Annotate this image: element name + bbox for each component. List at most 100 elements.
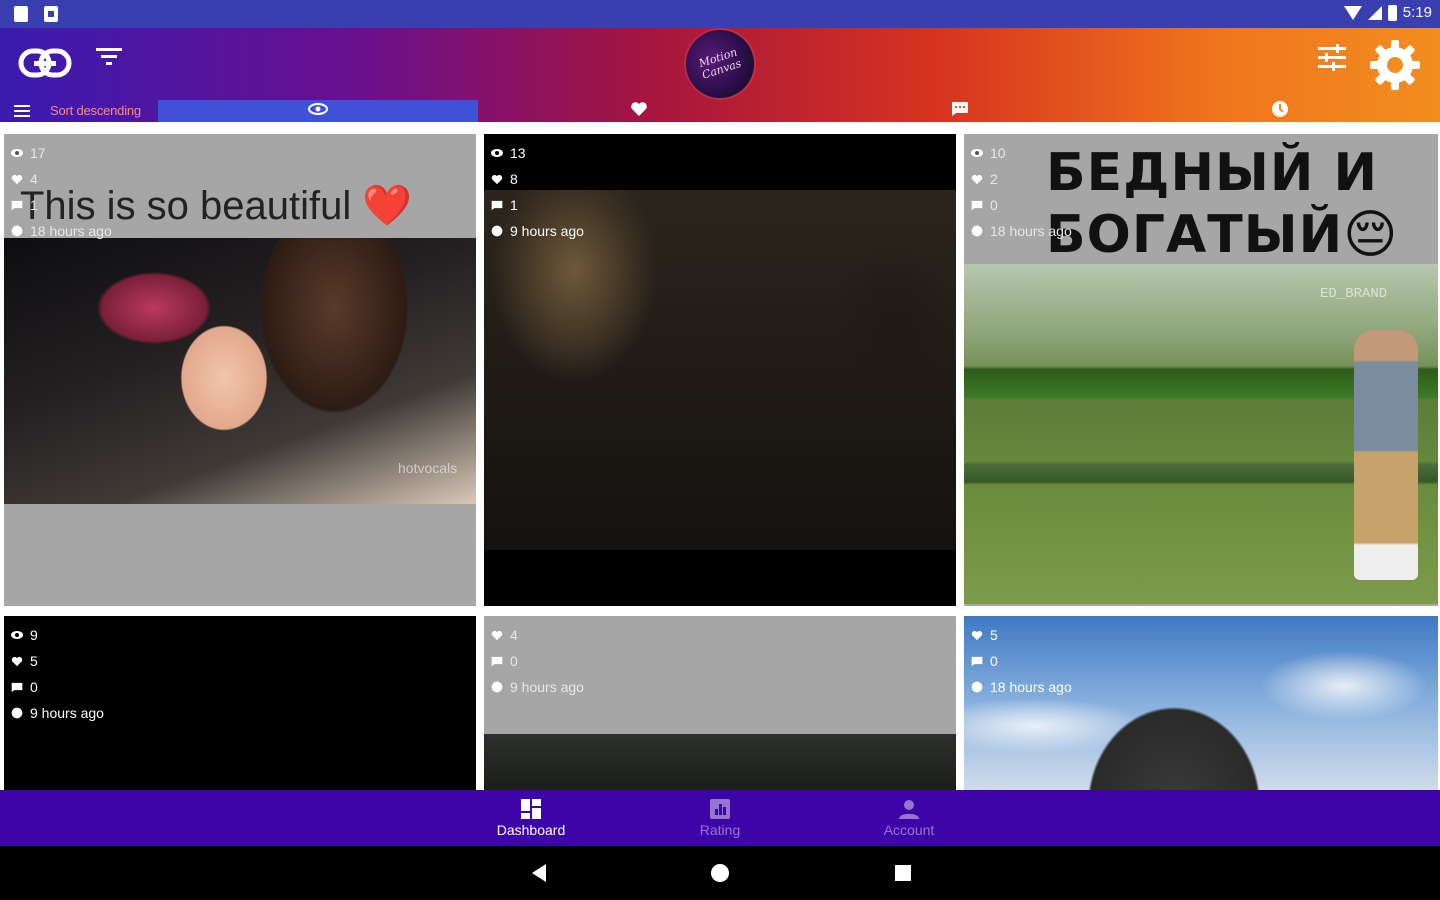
eye-icon xyxy=(10,147,24,159)
eye-icon xyxy=(490,147,504,159)
heart-icon xyxy=(10,173,24,185)
tune-icon[interactable] xyxy=(1312,40,1352,76)
views-stat: 10 xyxy=(970,140,1072,166)
caption-line: БОГАТЫЙ😔 xyxy=(1046,205,1399,265)
comment-icon xyxy=(490,199,504,211)
heart-icon xyxy=(970,173,984,185)
card-stats: 4 0 9 hours ago xyxy=(490,622,584,700)
card-stats: 9 5 0 9 hours ago xyxy=(10,622,104,726)
video-card[interactable]: 9 5 0 9 hours ago xyxy=(4,616,476,790)
notification-icon xyxy=(14,6,28,22)
clock-icon xyxy=(1271,100,1289,123)
video-thumbnail xyxy=(484,190,956,550)
clock-icon xyxy=(490,681,504,693)
comment-icon xyxy=(10,681,24,693)
heart-icon xyxy=(630,101,648,122)
nav-dashboard[interactable]: Dashboard xyxy=(476,796,586,842)
tab-time[interactable] xyxy=(1120,100,1440,122)
comments-stat: 0 xyxy=(490,648,584,674)
comment-icon xyxy=(970,199,984,211)
video-caption: БЕДНЫЙ И БОГАТЫЙ😔 xyxy=(1046,142,1398,266)
sort-tab-bar: Sort descending xyxy=(0,100,1440,122)
heart-icon xyxy=(490,173,504,185)
comments-stat: 0 xyxy=(970,648,1072,674)
sort-list-icon[interactable] xyxy=(14,105,30,117)
eye-icon xyxy=(970,147,984,159)
app-logo: Motion Canvas xyxy=(677,21,763,107)
likes-stat: 5 xyxy=(970,622,1072,648)
nav-rating[interactable]: Rating xyxy=(665,796,775,842)
clock-icon xyxy=(970,681,984,693)
rating-icon xyxy=(665,796,775,822)
card-stats: 13 8 1 9 hours ago xyxy=(490,140,584,244)
likes-stat: 4 xyxy=(490,622,584,648)
battery-icon xyxy=(1387,4,1397,21)
likes-stat: 2 xyxy=(970,166,1072,192)
heart-icon xyxy=(970,629,984,641)
comment-icon xyxy=(951,101,969,122)
clock-icon xyxy=(490,225,504,237)
eye-icon xyxy=(10,629,24,641)
time-stat: 18 hours ago xyxy=(970,674,1072,700)
sort-label[interactable]: Sort descending xyxy=(50,103,141,118)
status-bar: 5:19 xyxy=(0,0,1440,28)
comment-icon xyxy=(10,199,24,211)
video-card[interactable]: ED_BRAND 10 2 0 18 hours ago БЕДНЫЙ И БО… xyxy=(964,134,1438,606)
time-stat: 18 hours ago xyxy=(970,218,1072,244)
wifi-icon xyxy=(1343,5,1362,20)
nav-label: Rating xyxy=(699,822,741,838)
comment-icon xyxy=(490,655,504,667)
time-stat: 18 hours ago xyxy=(10,218,112,244)
back-button[interactable] xyxy=(528,862,550,884)
tab-comments[interactable] xyxy=(800,100,1120,122)
thumbnail-figure xyxy=(1354,330,1418,580)
eye-icon xyxy=(308,102,328,120)
comments-stat: 0 xyxy=(970,192,1072,218)
gear-icon[interactable] xyxy=(1366,36,1424,94)
video-card[interactable]: 17 4 1 18 hours ago This is so beautiful… xyxy=(4,134,476,606)
caption-line: БЕДНЫЙ И xyxy=(1046,143,1379,203)
video-card[interactable]: 13 8 1 9 hours ago xyxy=(484,134,956,606)
app-root: 5:19 Motion Canvas Sort descending 17 4 … xyxy=(0,0,1440,900)
watermark: hotvocals xyxy=(398,460,458,476)
heart-icon xyxy=(490,629,504,641)
clock-icon xyxy=(10,225,24,237)
likes-stat: 8 xyxy=(490,166,584,192)
views-stat: 17 xyxy=(10,140,112,166)
nav-label: Dashboard xyxy=(496,822,566,838)
recents-button[interactable] xyxy=(892,862,914,884)
likes-stat: 4 xyxy=(10,166,112,192)
watermark: ED_BRAND xyxy=(1320,286,1388,302)
signal-icon xyxy=(1367,5,1382,20)
video-thumbnail xyxy=(484,734,956,790)
dashboard-icon xyxy=(476,796,586,822)
account-icon xyxy=(854,796,964,822)
status-time: 5:19 xyxy=(1402,4,1432,21)
card-stats: 5 0 18 hours ago xyxy=(970,622,1072,700)
filter-icon[interactable] xyxy=(92,42,126,72)
time-stat: 9 hours ago xyxy=(490,674,584,700)
tab-views[interactable] xyxy=(158,100,478,122)
likes-stat: 5 xyxy=(10,648,104,674)
comments-stat: 1 xyxy=(490,192,584,218)
comments-stat: 1 xyxy=(10,192,112,218)
comment-icon xyxy=(970,655,984,667)
bottom-navigation: Dashboard Rating Account xyxy=(0,790,1440,846)
clock-icon xyxy=(10,707,24,719)
video-card[interactable]: 5 0 18 hours ago xyxy=(964,616,1438,790)
nav-label: Account xyxy=(883,822,935,838)
tab-likes[interactable] xyxy=(478,100,800,122)
views-stat: 9 xyxy=(10,622,104,648)
views-stat: 13 xyxy=(490,140,584,166)
link-icon[interactable] xyxy=(18,46,72,80)
comments-stat: 0 xyxy=(10,674,104,700)
card-stats: 10 2 0 18 hours ago xyxy=(970,140,1072,244)
video-card[interactable]: 4 0 9 hours ago xyxy=(484,616,956,790)
system-navigation-bar xyxy=(0,846,1440,900)
nav-account[interactable]: Account xyxy=(854,796,964,842)
time-stat: 9 hours ago xyxy=(490,218,584,244)
app-bar: Motion Canvas xyxy=(0,21,1440,107)
card-stats: 17 4 1 18 hours ago xyxy=(10,140,112,244)
home-button[interactable] xyxy=(709,862,731,884)
clock-icon xyxy=(970,225,984,237)
